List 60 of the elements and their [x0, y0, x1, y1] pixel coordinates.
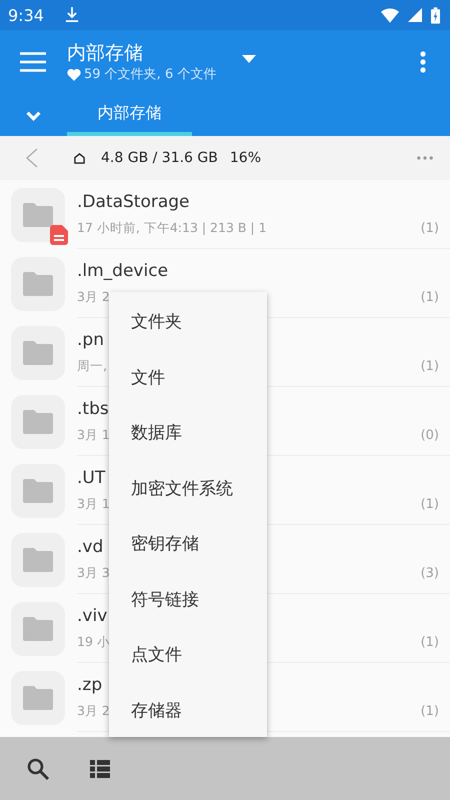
file-details: 3月 2	[77, 702, 110, 720]
folder-summary: 59 个文件夹, 6 个文件	[84, 66, 216, 83]
signal-icon	[408, 8, 422, 22]
file-details: 3月 2	[77, 288, 110, 306]
file-details: 3月 3	[77, 564, 110, 582]
folder-icon	[23, 202, 53, 226]
file-name: .viv	[77, 606, 108, 626]
file-row[interactable]: .DataStorage 17 小时前, 下午4:13 | 213 B | 1 (1)	[0, 180, 450, 249]
menu-icon[interactable]	[20, 52, 46, 72]
grid-icon[interactable]	[90, 760, 110, 778]
folder-icon	[23, 478, 53, 502]
file-details: 3月 1	[77, 496, 110, 512]
back-icon[interactable]	[26, 148, 38, 168]
more-icon[interactable]	[417, 156, 433, 160]
menu-item[interactable]: 点文件	[109, 627, 267, 682]
item-count: (1)	[420, 496, 439, 512]
status-time: 9:34	[8, 6, 44, 24]
chevron-down-icon[interactable]	[26, 111, 41, 121]
item-count: (1)	[420, 290, 439, 304]
folder-icon	[23, 548, 53, 572]
file-name: .lm_device	[77, 260, 168, 280]
storage-percent: 16%	[230, 150, 261, 166]
search-icon[interactable]	[26, 756, 50, 780]
item-count: (1)	[420, 634, 439, 650]
item-count: (1)	[420, 704, 439, 718]
file-name: .DataStorage	[77, 192, 190, 212]
wifi-icon	[381, 8, 399, 22]
file-name: .UT	[77, 468, 106, 488]
item-count: (1)	[420, 358, 439, 374]
file-name: .zp	[77, 674, 102, 694]
menu-item[interactable]: 加密文件系统	[109, 460, 267, 516]
menu-item[interactable]: 文件	[109, 350, 267, 405]
home-icon[interactable]	[74, 152, 85, 164]
file-details: 周一,	[77, 358, 107, 374]
file-details: 3月 1	[77, 426, 110, 444]
menu-item[interactable]: 文件夹	[109, 294, 267, 350]
file-name: .vd	[77, 536, 104, 556]
folder-icon	[23, 340, 53, 364]
dropdown-icon[interactable]	[242, 55, 256, 63]
item-count: (1)	[420, 220, 439, 236]
file-name: .tbs	[77, 398, 109, 418]
storage-usage: 4.8 GB / 31.6 GB	[101, 150, 218, 166]
heart-icon	[67, 68, 81, 80]
folder-icon	[23, 272, 53, 296]
item-count: (0)	[420, 428, 439, 442]
menu-item[interactable]: 符号链接	[109, 572, 267, 627]
file-name: .pn	[77, 330, 104, 350]
file-details: 17 小时前, 下午4:13 | 213 B | 1	[77, 220, 267, 236]
file-details: 19 小	[77, 634, 110, 650]
app-title: 内部存储	[67, 41, 144, 65]
more-icon[interactable]	[420, 51, 426, 73]
download-icon	[64, 7, 79, 23]
battery-icon	[431, 6, 440, 24]
folder-icon	[23, 616, 53, 640]
menu-item[interactable]: 存储器	[109, 682, 267, 738]
folder-icon	[23, 410, 53, 434]
folder-icon	[23, 686, 53, 710]
menu-item[interactable]: 数据库	[109, 405, 267, 460]
item-count: (3)	[420, 566, 439, 580]
menu-item[interactable]: 密钥存储	[109, 516, 267, 572]
